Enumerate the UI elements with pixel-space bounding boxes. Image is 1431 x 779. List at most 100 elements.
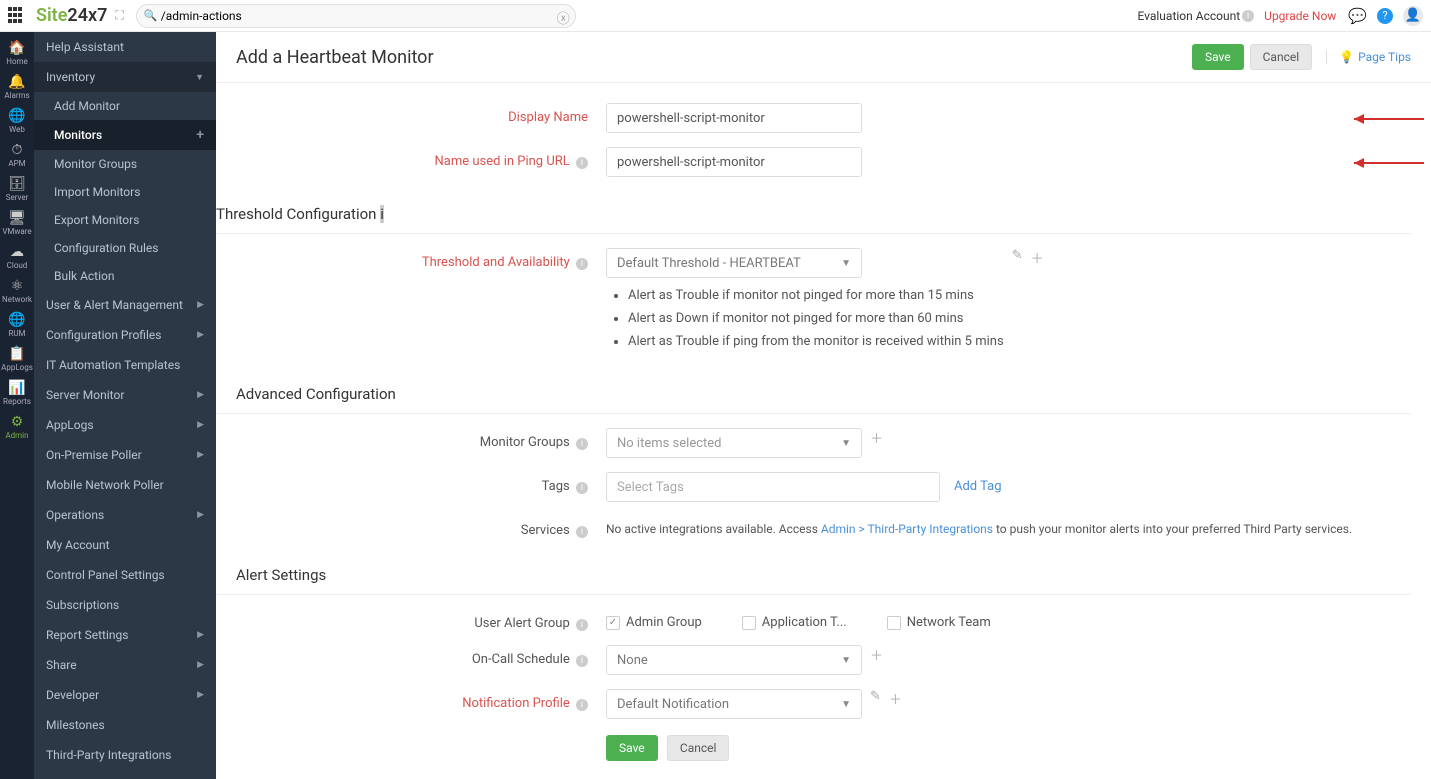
sidebar-item-share[interactable]: Share▶ (34, 650, 216, 680)
sidebar-item-my-account[interactable]: My Account (34, 530, 216, 560)
sidebar-item-milestones[interactable]: Milestones (34, 710, 216, 740)
sidebar-sub-add-monitor[interactable]: Add Monitor (34, 92, 216, 120)
avatar[interactable]: 👤 (1403, 6, 1423, 26)
add-icon[interactable]: ＋ (870, 645, 883, 664)
caret-down-icon: ▼ (841, 438, 851, 449)
search-icon: 🔍 (144, 9, 158, 22)
checkbox-admin-group[interactable]: ✓Admin Group (606, 615, 702, 630)
iconbar-cloud[interactable]: ☁Cloud (0, 240, 34, 274)
add-icon[interactable]: ＋ (889, 689, 902, 708)
sidebar-item-configuration-profiles[interactable]: Configuration Profiles▶ (34, 320, 216, 350)
sidebar-item-tags[interactable]: Tags (34, 770, 216, 779)
search-wrap: 🔍 ⓧ (136, 4, 576, 28)
iconbar-applogs[interactable]: 📋AppLogs (0, 342, 34, 376)
sidebar-sub-monitor-groups[interactable]: Monitor Groups (34, 150, 216, 178)
display-name-input[interactable] (606, 103, 862, 133)
iconbar-vmware[interactable]: 🖥VMware (0, 206, 34, 240)
checkbox-application-t-[interactable]: Application T... (742, 615, 847, 630)
info-icon[interactable]: i (576, 482, 588, 494)
info-icon[interactable]: i (576, 157, 588, 169)
chevron-right-icon: ▶ (197, 450, 204, 460)
integrations-link[interactable]: Admin > Third-Party Integrations (821, 522, 993, 536)
sidebar-sub-configuration-rules[interactable]: Configuration Rules (34, 234, 216, 262)
chevron-right-icon: ▶ (197, 660, 204, 670)
info-icon[interactable]: i (380, 205, 384, 223)
sidebar-item-on-premise-poller[interactable]: On-Premise Poller▶ (34, 440, 216, 470)
sidebar-sub-export-monitors[interactable]: Export Monitors (34, 206, 216, 234)
chevron-right-icon: ▶ (197, 690, 204, 700)
plus-icon[interactable]: + (196, 127, 204, 143)
alert-section: Alert Settings (216, 560, 1411, 595)
expand-icon[interactable]: ⛶ (115, 8, 123, 23)
save-button[interactable]: Save (1192, 44, 1244, 70)
clear-search-icon[interactable]: ⓧ (557, 8, 570, 27)
sidebar-item-third-party-integrations[interactable]: Third-Party Integrations (34, 740, 216, 770)
apps-grid-icon[interactable] (8, 7, 26, 25)
search-input[interactable] (136, 4, 576, 28)
threshold-select[interactable]: Default Threshold - HEARTBEAT▼ (606, 248, 862, 278)
page-tips-link[interactable]: 💡Page Tips (1326, 50, 1411, 64)
iconbar-apm[interactable]: ⏱APM (0, 138, 34, 172)
info-icon[interactable]: i (576, 655, 588, 667)
logo[interactable]: Site24x7 (36, 5, 107, 26)
sidebar-item-operations[interactable]: Operations▶ (34, 500, 216, 530)
sidebar-item-developer[interactable]: Developer▶ (34, 680, 216, 710)
iconbar-server[interactable]: 🗄Server (0, 172, 34, 206)
sidebar-item-user-alert-management[interactable]: User & Alert Management▶ (34, 290, 216, 320)
notification-profile-select[interactable]: Default Notification▼ (606, 689, 862, 719)
sidebar-item-report-settings[interactable]: Report Settings▶ (34, 620, 216, 650)
bulb-icon: 💡 (1339, 50, 1354, 64)
info-icon[interactable]: i (576, 526, 588, 538)
ping-url-input[interactable] (606, 147, 862, 177)
cancel-button[interactable]: Cancel (1250, 44, 1313, 70)
chevron-right-icon: ▶ (197, 390, 204, 400)
tags-input[interactable]: Select Tags (606, 472, 940, 502)
iconbar: 🏠Home🔔Alarms🌐Web⏱APM🗄Server🖥VMware☁Cloud… (0, 32, 34, 779)
edit-icon[interactable]: ✎ (1012, 248, 1023, 263)
add-tag-link[interactable]: Add Tag (954, 472, 1002, 494)
chevron-right-icon: ▶ (197, 330, 204, 340)
iconbar-web[interactable]: 🌐Web (0, 104, 34, 138)
iconbar-network[interactable]: ⚛Network (0, 274, 34, 308)
upgrade-link[interactable]: Upgrade Now (1264, 9, 1336, 23)
help-icon[interactable]: ? (1377, 8, 1393, 24)
sidebar-inventory[interactable]: Inventory▼ (34, 62, 216, 92)
cancel-button-bottom[interactable]: Cancel (667, 735, 730, 761)
iconbar-admin[interactable]: ⚙Admin (0, 410, 34, 444)
page-title: Add a Heartbeat Monitor (236, 47, 434, 68)
info-icon[interactable]: i (1242, 10, 1254, 22)
chevron-right-icon: ▶ (197, 300, 204, 310)
sidebar-help-assistant[interactable]: Help Assistant (34, 32, 216, 62)
iconbar-home[interactable]: 🏠Home (0, 36, 34, 70)
sidebar-item-it-automation-templates[interactable]: IT Automation Templates (34, 350, 216, 380)
monitor-groups-select[interactable]: No items selected▼ (606, 428, 862, 458)
sidebar-sub-monitors[interactable]: Monitors+ (34, 120, 216, 150)
chat-icon[interactable]: 💬 (1348, 7, 1367, 25)
iconbar-rum[interactable]: 🌐RUM (0, 308, 34, 342)
add-icon[interactable]: ＋ (1031, 248, 1044, 267)
iconbar-reports[interactable]: 📊Reports (0, 376, 34, 410)
info-icon[interactable]: i (576, 699, 588, 711)
save-button-bottom[interactable]: Save (606, 735, 658, 761)
sidebar-item-server-monitor[interactable]: Server Monitor▶ (34, 380, 216, 410)
sidebar-item-mobile-network-poller[interactable]: Mobile Network Poller (34, 470, 216, 500)
sidebar-sub-import-monitors[interactable]: Import Monitors (34, 178, 216, 206)
chevron-right-icon: ▶ (197, 630, 204, 640)
info-icon[interactable]: i (576, 619, 588, 631)
add-icon[interactable]: ＋ (870, 428, 883, 447)
annotation-arrow (1354, 157, 1424, 169)
on-call-schedule-select[interactable]: None▼ (606, 645, 862, 675)
sidebar-item-control-panel-settings[interactable]: Control Panel Settings (34, 560, 216, 590)
info-icon[interactable]: i (576, 258, 588, 270)
sidebar-item-subscriptions[interactable]: Subscriptions (34, 590, 216, 620)
checkbox-network-team[interactable]: Network Team (887, 615, 991, 630)
edit-icon[interactable]: ✎ (870, 689, 881, 704)
user-alert-group-label: User Alert Group i (216, 609, 606, 631)
sidebar-sub-bulk-action[interactable]: Bulk Action (34, 262, 216, 290)
caret-down-icon: ▼ (841, 699, 851, 710)
info-icon[interactable]: i (576, 438, 588, 450)
iconbar-alarms[interactable]: 🔔Alarms (0, 70, 34, 104)
notification-profile-label: Notification Profile i (216, 689, 606, 711)
sidebar-item-applogs[interactable]: AppLogs▶ (34, 410, 216, 440)
threshold-section: Threshold Configuration i (216, 199, 1411, 234)
